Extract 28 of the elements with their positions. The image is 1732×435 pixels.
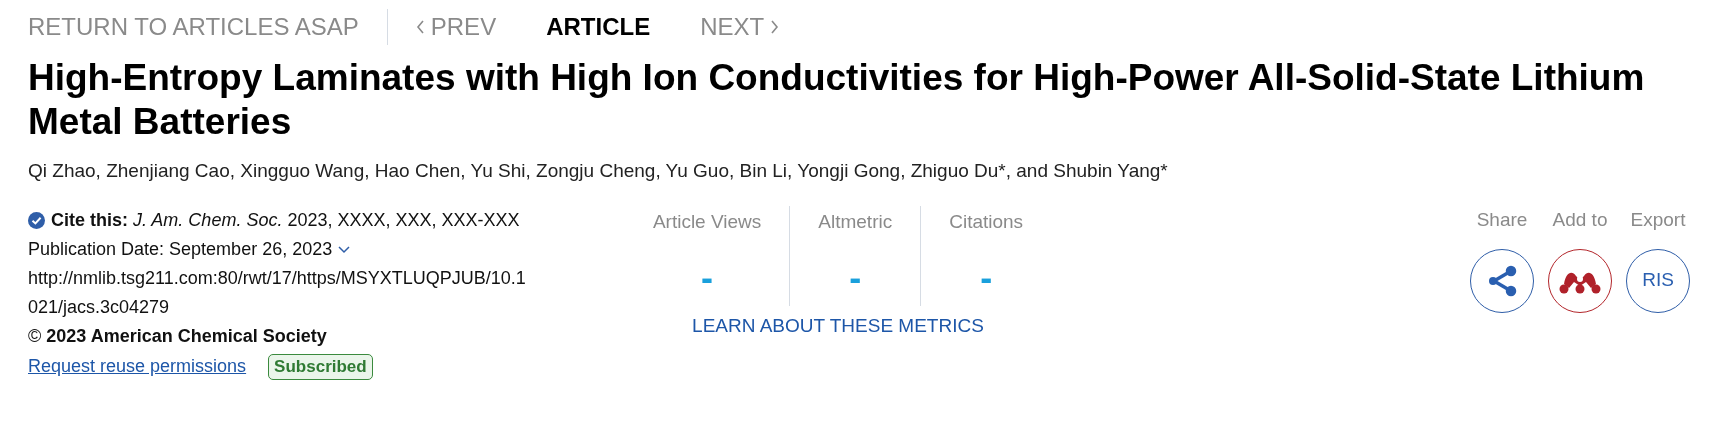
ris-export-button[interactable]: RIS: [1626, 248, 1690, 313]
copyright-text: © 2023 American Chemical Society: [28, 325, 328, 348]
check-circle-icon: [28, 212, 45, 229]
article-title: High-Entropy Laminates with High Ion Conductivities for High-Power All-Solid-State Lithium Metal Batteries: [28, 56, 1646, 144]
article-tab[interactable]: ARTICLE: [546, 9, 651, 45]
prev-link[interactable]: PREV: [415, 9, 497, 45]
return-link[interactable]: RETURN TO ARTICLES ASAP: [28, 9, 388, 45]
action-label: Share: [1476, 208, 1528, 232]
metric-label: Altmetric: [818, 210, 893, 234]
metric-value: -: [849, 255, 862, 300]
action-label: Add to: [1552, 208, 1608, 232]
share-icon: [1486, 264, 1518, 297]
action-label: Export: [1630, 208, 1686, 232]
chevron-icon: [770, 19, 780, 35]
author-list: Qi Zhao, Zhenjiang Cao, Xingguo Wang, Hao Chen, Yu Shi, Zongju Cheng, Yu Guo, Bin Li, Yongji Gong, Zhiguo Du*, and Shubin Yang*: [28, 158, 1704, 184]
subscribed-badge: Subscribed: [268, 353, 373, 380]
metric-label: Citations: [949, 210, 1024, 234]
doi-url: http://nmlib.tsg211.com:80/rwt/17/https/MSYXTLUQPJUB/10.1021/jacs.3c04279: [28, 267, 527, 319]
metrics-link[interactable]: LEARN ABOUT THESE METRICS: [692, 312, 984, 341]
metric-value: -: [980, 255, 993, 300]
metric-value: -: [701, 255, 714, 300]
chevron-down-icon[interactable]: [338, 245, 351, 254]
chevron-icon: [415, 19, 425, 35]
publication-date: Publication Date: September 26, 2023: [28, 238, 333, 261]
next-link[interactable]: NEXT: [700, 9, 780, 45]
metric-label: Article Views: [652, 210, 762, 234]
citation-text: Cite this: J. Am. Chem. Soc. 2023, XXXX, XXX, XXX-XXX: [51, 209, 521, 232]
reuse-permissions-link[interactable]: Request reuse permissions: [28, 352, 247, 381]
